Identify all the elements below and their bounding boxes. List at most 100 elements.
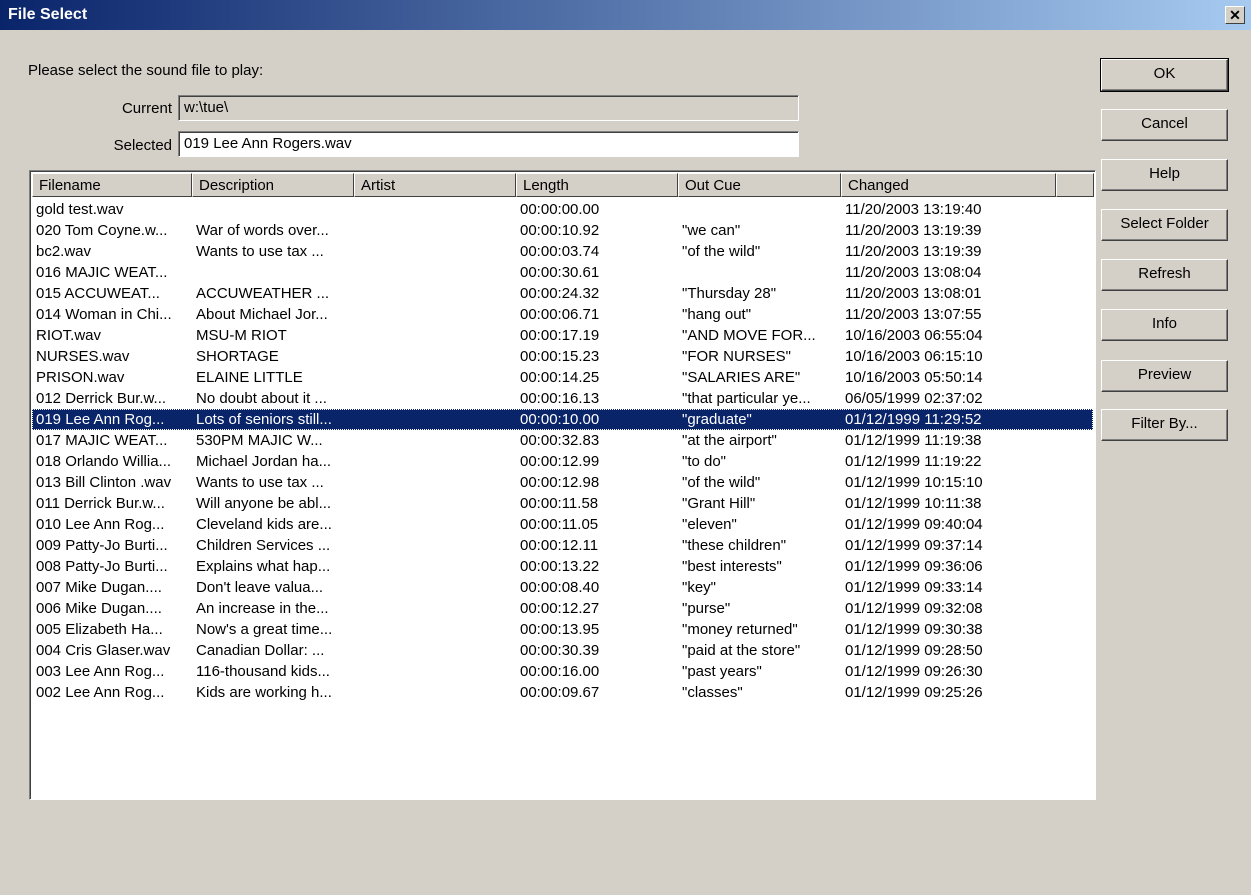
cell-changed: 01/12/1999 09:32:08	[845, 600, 983, 617]
column-header-artist[interactable]: Artist	[354, 173, 516, 197]
selected-file-input[interactable]: 019 Lee Ann Rogers.wav	[178, 131, 799, 157]
cell-filename: PRISON.wav	[36, 369, 125, 386]
cell-filename: bc2.wav	[36, 243, 92, 260]
file-row[interactable]: 007 Mike Dugan.... Don't leave valua... 00…	[32, 577, 1093, 598]
column-header-filename[interactable]: Filename	[32, 173, 192, 197]
cell-out-cue: "FOR NURSES"	[682, 348, 791, 365]
close-button[interactable]: ✕	[1225, 6, 1245, 24]
cell-description: SHORTAGE	[196, 348, 279, 365]
cell-changed: 01/12/1999 11:19:22	[845, 453, 982, 470]
cell-filename: 013 Bill Clinton .wav	[36, 474, 172, 491]
file-row[interactable]: 002 Lee Ann Rog... Kids are working h... 0…	[32, 682, 1093, 703]
cell-changed: 01/12/1999 10:15:10	[845, 474, 983, 491]
cell-length: 00:00:08.40	[520, 579, 600, 596]
cell-description: An increase in the...	[196, 600, 329, 617]
file-row[interactable]: NURSES.wav SHORTAGE 00:00:15.23 "FOR NURSES…	[32, 346, 1093, 367]
file-row[interactable]: 010 Lee Ann Rog... Cleveland kids are... 0…	[32, 514, 1093, 535]
file-row[interactable]: 017 MAJIC WEAT... 530PM MAJIC W... 00:00:3…	[32, 430, 1093, 451]
cell-out-cue: "to do"	[682, 453, 727, 470]
column-header-description[interactable]: Description	[192, 173, 354, 197]
cell-changed: 01/12/1999 09:36:06	[845, 558, 983, 575]
cell-out-cue: "key"	[682, 579, 716, 596]
file-row[interactable]: 012 Derrick Bur.w... No doubt about it ..…	[32, 388, 1093, 409]
file-row[interactable]: PRISON.wav ELAINE LITTLE 00:00:14.25 "SALAR…	[32, 367, 1093, 388]
file-list[interactable]: Filename Description Artist Length Out C…	[29, 170, 1096, 800]
cell-length: 00:00:03.74	[520, 243, 600, 260]
cell-out-cue: "of the wild"	[682, 474, 761, 491]
cell-filename: 015 ACCUWEAT...	[36, 285, 160, 302]
filter-by-button[interactable]: Filter By...	[1101, 409, 1228, 441]
title-bar: File Select ✕	[0, 0, 1251, 30]
cell-out-cue: "SALARIES ARE"	[682, 369, 801, 386]
file-row[interactable]: 009 Patty-Jo Burti... Children Services .…	[32, 535, 1093, 556]
file-row[interactable]: 003 Lee Ann Rog... 116-thousand kids... 00…	[32, 661, 1093, 682]
cell-description: 530PM MAJIC W...	[196, 432, 323, 449]
file-row[interactable]: 005 Elizabeth Ha... Now's a great time...…	[32, 619, 1093, 640]
cell-filename: 002 Lee Ann Rog...	[36, 684, 165, 701]
cell-out-cue: "classes"	[682, 684, 743, 701]
cell-filename: 006 Mike Dugan....	[36, 600, 162, 617]
cell-length: 00:00:10.92	[520, 222, 600, 239]
cell-filename: 018 Orlando Willia...	[36, 453, 172, 470]
info-button[interactable]: Info	[1101, 309, 1228, 341]
refresh-button[interactable]: Refresh	[1101, 259, 1228, 291]
cell-changed: 10/16/2003 06:55:04	[845, 327, 983, 344]
cell-description: Wants to use tax ...	[196, 243, 324, 260]
file-row[interactable]: 004 Cris Glaser.wav Canadian Dollar: ... 0…	[32, 640, 1093, 661]
cell-changed: 10/16/2003 05:50:14	[845, 369, 983, 386]
file-row[interactable]: 006 Mike Dugan.... An increase in the... 0…	[32, 598, 1093, 619]
file-row[interactable]: 014 Woman in Chi... About Michael Jor... 0…	[32, 304, 1093, 325]
file-row[interactable]: gold test.wav 00:00:00.00 11/20/2003 13:19…	[32, 199, 1093, 220]
cell-description: Explains what hap...	[196, 558, 331, 575]
cell-out-cue: "Thursday 28"	[682, 285, 777, 302]
cell-filename: 017 MAJIC WEAT...	[36, 432, 168, 449]
cell-length: 00:00:16.13	[520, 390, 600, 407]
cell-length: 00:00:06.71	[520, 306, 600, 323]
cell-length: 00:00:14.25	[520, 369, 600, 386]
column-header-changed[interactable]: Changed	[841, 173, 1056, 197]
cell-changed: 01/12/1999 09:30:38	[845, 621, 983, 638]
file-row[interactable]: 008 Patty-Jo Burti... Explains what hap..…	[32, 556, 1093, 577]
file-row[interactable]: 020 Tom Coyne.w... War of words over... 00…	[32, 220, 1093, 241]
file-row[interactable]: 016 MAJIC WEAT... 00:00:30.61 11/20/2003 1…	[32, 262, 1093, 283]
cell-filename: 007 Mike Dugan....	[36, 579, 162, 596]
list-header: Filename Description Artist Length Out C…	[32, 173, 1095, 197]
file-row[interactable]: 018 Orlando Willia... Michael Jordan ha..…	[32, 451, 1093, 472]
cell-description: Canadian Dollar: ...	[196, 642, 325, 659]
file-row[interactable]: RIOT.wav MSU-M RIOT 00:00:17.19 "AND MOVE F…	[32, 325, 1093, 346]
cell-length: 00:00:12.99	[520, 453, 600, 470]
cell-description: War of words over...	[196, 222, 329, 239]
file-row[interactable]: 011 Derrick Bur.w... Will anyone be abl..…	[32, 493, 1093, 514]
preview-button[interactable]: Preview	[1101, 360, 1228, 392]
column-header-length[interactable]: Length	[516, 173, 678, 197]
help-button[interactable]: Help	[1101, 159, 1228, 191]
cell-changed: 11/20/2003 13:08:04	[845, 264, 982, 281]
file-row[interactable]: 015 ACCUWEAT... ACCUWEATHER ... 00:00:24.3…	[32, 283, 1093, 304]
select-folder-button[interactable]: Select Folder	[1101, 209, 1228, 241]
file-row[interactable]: 019 Lee Ann Rog... Lots of seniors still.…	[32, 409, 1093, 430]
cell-description: Cleveland kids are...	[196, 516, 332, 533]
cell-length: 00:00:17.19	[520, 327, 600, 344]
cell-filename: 020 Tom Coyne.w...	[36, 222, 168, 239]
column-header-out-cue[interactable]: Out Cue	[678, 173, 841, 197]
cell-changed: 01/12/1999 09:26:30	[845, 663, 983, 680]
cell-changed: 11/20/2003 13:08:01	[845, 285, 982, 302]
file-row[interactable]: 013 Bill Clinton .wav Wants to use tax ..…	[32, 472, 1093, 493]
cell-out-cue: "paid at the store"	[682, 642, 801, 659]
cell-length: 00:00:32.83	[520, 432, 600, 449]
file-row[interactable]: bc2.wav Wants to use tax ... 00:00:03.74 "o…	[32, 241, 1093, 262]
cell-changed: 01/12/1999 09:33:14	[845, 579, 983, 596]
instruction-text: Please select the sound file to play:	[28, 62, 264, 79]
cancel-button[interactable]: Cancel	[1101, 109, 1228, 141]
cell-filename: 004 Cris Glaser.wav	[36, 642, 171, 659]
cell-description: Children Services ...	[196, 537, 331, 554]
cell-out-cue: "eleven"	[682, 516, 737, 533]
current-folder-field: w:\tue\	[178, 95, 799, 121]
cell-description: ELAINE LITTLE	[196, 369, 303, 386]
ok-button[interactable]: OK	[1100, 58, 1229, 92]
cell-changed: 11/20/2003 13:19:39	[845, 243, 982, 260]
cell-changed: 01/12/1999 11:29:52	[845, 411, 982, 428]
cell-out-cue: "AND MOVE FOR...	[682, 327, 816, 344]
cell-out-cue: "money returned"	[682, 621, 798, 638]
cell-changed: 10/16/2003 06:15:10	[845, 348, 983, 365]
